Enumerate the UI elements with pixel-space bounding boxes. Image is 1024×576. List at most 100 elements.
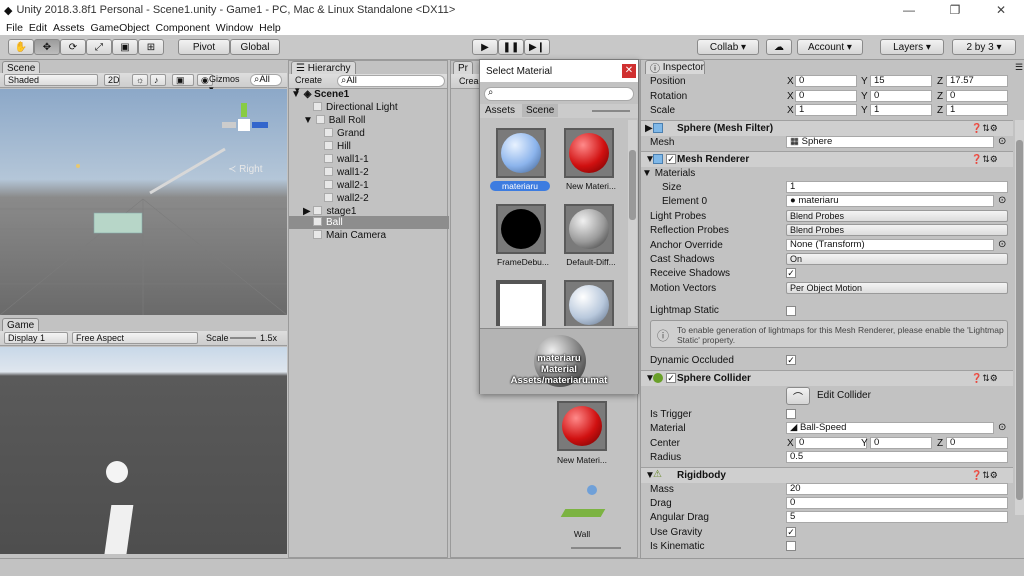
project-asset-material[interactable]: New Materi... bbox=[539, 401, 629, 477]
scale-z-field[interactable]: 1 bbox=[946, 104, 1008, 116]
material-option[interactable] bbox=[496, 280, 546, 326]
scale-slider[interactable] bbox=[230, 337, 256, 339]
is-kinematic-checkbox[interactable] bbox=[786, 541, 796, 551]
display-dropdown[interactable]: Display 1 bbox=[4, 332, 68, 344]
object-picker-icon[interactable]: ⊙ bbox=[998, 422, 1006, 433]
rotation-x-field[interactable]: 0 bbox=[795, 90, 857, 102]
object-picker-icon[interactable]: ⊙ bbox=[998, 239, 1006, 250]
layers-dropdown[interactable]: Layers ▾ bbox=[880, 39, 944, 55]
menu-window[interactable]: Window bbox=[216, 22, 253, 34]
game-viewport[interactable] bbox=[0, 347, 287, 554]
scale-tool-icon[interactable]: ⤢ bbox=[86, 39, 112, 55]
materials-size-field[interactable]: 1 bbox=[786, 181, 1008, 193]
position-x-field[interactable]: 0 bbox=[795, 75, 857, 87]
close-window-button[interactable]: ✕ bbox=[978, 0, 1024, 20]
step-button[interactable]: ▶❙ bbox=[524, 39, 550, 55]
mesh-filter-header[interactable]: ▶ Sphere (Mesh Filter) ❓⇅⚙ bbox=[641, 120, 1013, 136]
move-tool-icon[interactable]: ✥ bbox=[34, 39, 60, 55]
center-z-field[interactable]: 0 bbox=[946, 437, 1008, 449]
pause-button[interactable]: ❚❚ bbox=[498, 39, 524, 55]
reflection-probes-dropdown[interactable]: Blend Probes bbox=[786, 224, 1008, 236]
edit-collider-button[interactable]: ⌒ bbox=[786, 387, 810, 405]
hierarchy-item[interactable]: wall1-1 bbox=[289, 154, 449, 167]
anchor-override-field[interactable]: None (Transform) bbox=[786, 239, 994, 251]
play-button[interactable]: ▶ bbox=[472, 39, 498, 55]
dialog-close-button[interactable]: ✕ bbox=[622, 64, 636, 78]
pivot-button[interactable]: Pivot bbox=[178, 39, 230, 55]
light-icon[interactable]: ☼ bbox=[132, 74, 148, 86]
element0-field[interactable]: ● materiaru bbox=[786, 195, 994, 207]
material-option[interactable]: FrameDebu... bbox=[488, 204, 558, 270]
hierarchy-item[interactable]: wall2-1 bbox=[289, 180, 449, 193]
dynamic-occluded-checkbox[interactable]: ✓ bbox=[786, 355, 796, 365]
light-probes-dropdown[interactable]: Blend Probes bbox=[786, 210, 1008, 222]
tab-assets[interactable]: Assets bbox=[485, 105, 515, 116]
rotation-y-field[interactable]: 0 bbox=[870, 90, 932, 102]
hierarchy-create-dropdown[interactable]: Create ▾ bbox=[292, 75, 328, 95]
material-search-input[interactable]: ⌕ bbox=[484, 87, 634, 101]
project-asset-wall[interactable]: Wall bbox=[539, 479, 629, 543]
use-gravity-checkbox[interactable]: ✓ bbox=[786, 527, 796, 537]
object-picker-icon[interactable]: ⊙ bbox=[998, 195, 1006, 206]
tab-hierarchy[interactable]: ☰ Hierarchy bbox=[291, 61, 356, 75]
position-y-field[interactable]: 15 bbox=[870, 75, 932, 87]
shading-dropdown[interactable]: Shaded bbox=[4, 74, 98, 86]
hierarchy-scene-row[interactable]: ▼ ◈ Scene1 bbox=[291, 89, 451, 102]
hierarchy-item[interactable]: Main Camera bbox=[289, 230, 449, 243]
global-button[interactable]: Global bbox=[230, 39, 280, 55]
audio-icon[interactable]: ♪ bbox=[150, 74, 166, 86]
layout-dropdown[interactable]: 2 by 3 ▾ bbox=[952, 39, 1016, 55]
menu-file[interactable]: File bbox=[6, 22, 23, 34]
minimize-button[interactable]: — bbox=[886, 0, 932, 20]
hierarchy-search-input[interactable]: ⌕All bbox=[337, 75, 445, 87]
account-dropdown[interactable]: Account ▾ bbox=[797, 39, 863, 55]
radius-field[interactable]: 0.5 bbox=[786, 451, 1008, 463]
dialog-zoom-slider[interactable] bbox=[592, 110, 630, 112]
sphere-collider-header[interactable]: ▼ ✓ Sphere Collider ❓⇅⚙ bbox=[641, 370, 1013, 386]
hierarchy-item[interactable]: Directional Light bbox=[289, 102, 449, 115]
help-icon[interactable]: ❓⇅⚙ bbox=[971, 470, 998, 481]
hierarchy-item[interactable]: wall2-2 bbox=[289, 193, 449, 206]
menu-gameobject[interactable]: GameObject bbox=[91, 22, 150, 34]
lightmap-static-checkbox[interactable] bbox=[786, 306, 796, 316]
effects-icon[interactable]: ▣ bbox=[172, 74, 194, 86]
materials-foldout[interactable]: ▼ Materials bbox=[642, 168, 695, 179]
mesh-field[interactable]: ▦ Sphere bbox=[786, 136, 994, 148]
tab-scene-objects[interactable]: Scene bbox=[522, 104, 559, 117]
inspector-menu-icon[interactable]: ☰ bbox=[1015, 62, 1023, 73]
rigidbody-header[interactable]: ▼ ⚠ Rigidbody ❓⇅⚙ bbox=[641, 467, 1013, 483]
mesh-renderer-header[interactable]: ▼ ✓ Mesh Renderer ❓⇅⚙ bbox=[641, 151, 1013, 167]
position-z-field[interactable]: 17.57 bbox=[946, 75, 1008, 87]
material-option[interactable]: materiaru bbox=[488, 128, 558, 194]
cast-shadows-dropdown[interactable]: On bbox=[786, 253, 1008, 265]
aspect-dropdown[interactable]: Free Aspect bbox=[72, 332, 198, 344]
hierarchy-item[interactable]: wall1-2 bbox=[289, 167, 449, 180]
hierarchy-item[interactable]: Grand bbox=[289, 128, 449, 141]
rotation-z-field[interactable]: 0 bbox=[946, 90, 1008, 102]
tab-game[interactable]: Game bbox=[2, 318, 40, 332]
tab-inspector[interactable]: ⓘ Inspector bbox=[645, 60, 705, 75]
menu-edit[interactable]: Edit bbox=[29, 22, 47, 34]
is-trigger-checkbox[interactable] bbox=[786, 409, 796, 419]
gizmos-dropdown[interactable]: Gizmos ▾ bbox=[206, 74, 246, 94]
scale-y-field[interactable]: 1 bbox=[870, 104, 932, 116]
rotate-tool-icon[interactable]: ⟳ bbox=[60, 39, 86, 55]
center-y-field[interactable]: 0 bbox=[870, 437, 932, 449]
help-icon[interactable]: ❓⇅⚙ bbox=[971, 373, 998, 384]
orientation-gizmo-icon[interactable] bbox=[222, 101, 282, 161]
hand-tool-icon[interactable]: ✋ bbox=[8, 39, 34, 55]
object-picker-icon[interactable]: ⊙ bbox=[998, 136, 1006, 147]
rect-tool-icon[interactable]: ▣ bbox=[112, 39, 138, 55]
center-x-field[interactable]: 0 bbox=[795, 437, 867, 449]
inspector-scrollbar[interactable] bbox=[1015, 120, 1024, 515]
material-option[interactable] bbox=[564, 280, 614, 326]
hierarchy-item-selected[interactable]: Ball bbox=[289, 216, 449, 229]
material-option[interactable]: Default-Diff... bbox=[556, 204, 626, 270]
motion-vectors-dropdown[interactable]: Per Object Motion bbox=[786, 282, 1008, 294]
menu-assets[interactable]: Assets bbox=[53, 22, 85, 34]
cloud-icon[interactable]: ☁ bbox=[766, 39, 792, 55]
collapse-arrow-icon[interactable]: ▶ bbox=[645, 123, 653, 134]
2d-toggle[interactable]: 2D bbox=[104, 74, 120, 86]
tab-project[interactable]: Pr bbox=[453, 61, 473, 75]
receive-shadows-checkbox[interactable]: ✓ bbox=[786, 268, 796, 278]
